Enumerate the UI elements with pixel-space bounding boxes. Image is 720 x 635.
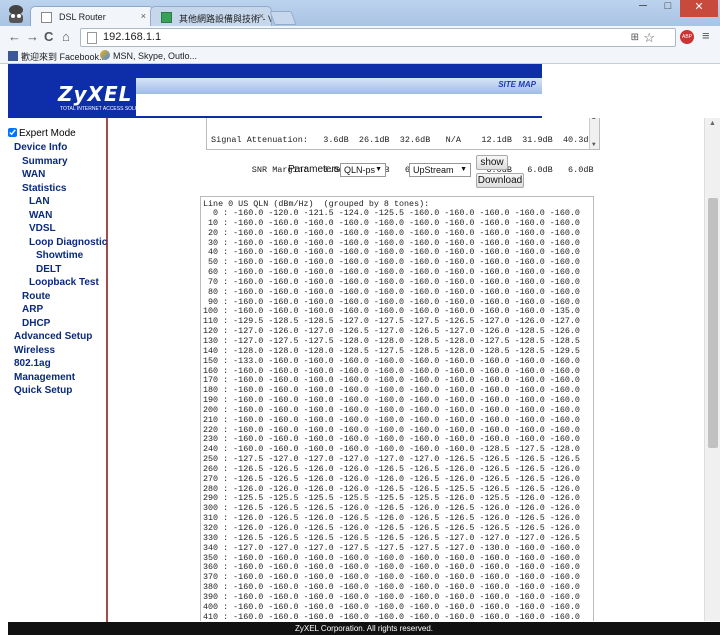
menu-icon[interactable]: ≡ (702, 28, 710, 43)
tab-bar: DSL Router × 其他網路設備與技術 - VD × ─ □ ✕ (0, 0, 720, 28)
tab-close-icon[interactable]: × (259, 11, 264, 21)
sidebar-item-advanced-setup[interactable]: Advanced Setup (14, 331, 92, 342)
qln-rows: 0 : -160.0 -120.0 -121.5 -124.0 -125.5 -… (203, 208, 580, 621)
scroll-up-icon[interactable]: ▲ (592, 118, 596, 121)
site-map-link[interactable]: SITE MAP (498, 80, 536, 89)
sidebar-item-statistics[interactable]: Statistics (22, 183, 66, 194)
scrollbar-thumb[interactable] (708, 198, 718, 448)
sidebar-item-lan[interactable]: LAN (29, 196, 50, 207)
page-favicon-icon (41, 12, 52, 23)
address-bar[interactable]: 192.168.1.1 ⊞ ☆ (80, 28, 676, 47)
home-icon[interactable]: ⌂ (62, 29, 70, 44)
facebook-icon (8, 51, 18, 61)
qln-output-textarea[interactable]: Line 0 US QLN (dBm/Hz) (grouped by 8 ton… (200, 196, 594, 621)
main-content: Signal Attenuation: 3.6dB 26.1dB 32.6dB … (108, 118, 704, 621)
translate-icon[interactable]: ⊞ (631, 32, 639, 43)
bookmark-facebook[interactable]: 歡迎來到 Facebook... (8, 50, 107, 63)
sidebar-item-arp[interactable]: ARP (22, 304, 43, 315)
back-icon[interactable]: ← (8, 29, 21, 44)
expert-mode-label: Expert Mode (19, 128, 76, 139)
page-icon (87, 32, 97, 44)
bookmarks-bar: 歡迎來到 Facebook... MSN, Skype, Outlo... (0, 48, 720, 64)
minimize-button[interactable]: ─ (630, 0, 656, 17)
bookmark-label: 歡迎來到 Facebook... (21, 52, 107, 62)
parameters-label: Parameters: (288, 164, 343, 175)
bookmark-msn[interactable]: MSN, Skype, Outlo... (100, 50, 197, 61)
qln-row: 410 : -160.0 -160.0 -160.0 -160.0 -160.0… (203, 611, 580, 621)
textarea-scrollbar[interactable]: ▲ ▼ (589, 118, 599, 149)
reload-icon[interactable]: C (44, 29, 53, 44)
forward-icon[interactable]: → (26, 29, 39, 44)
tab-vdsl-forum[interactable]: 其他網路設備與技術 - VD × (150, 6, 272, 28)
bookmark-star-icon[interactable]: ☆ (643, 30, 655, 46)
sidebar-item-wireless[interactable]: Wireless (14, 345, 55, 356)
chevron-down-icon: ▼ (375, 166, 382, 173)
sidebar-item-management[interactable]: Management (14, 372, 75, 383)
url-text: 192.168.1.1 (103, 31, 162, 43)
attenuation-textarea[interactable]: Signal Attenuation: 3.6dB 26.1dB 32.6dB … (206, 118, 600, 175)
sidebar-item-loopback-test[interactable]: Loopback Test (29, 277, 99, 288)
sidebar-item-device-info[interactable]: Device Info (14, 142, 67, 153)
browser-chrome: DSL Router × 其他網路設備與技術 - VD × ─ □ ✕ ← → … (0, 0, 720, 64)
sidebar-item-showtime[interactable]: Showtime (36, 250, 83, 261)
window-close-button[interactable]: ✕ (680, 0, 718, 17)
sidebar-item-dhcp[interactable]: DHCP (22, 318, 50, 329)
forum-favicon-icon (161, 12, 172, 23)
tab-label: DSL Router (59, 12, 106, 22)
sidebar-item-wan[interactable]: WAN (22, 169, 45, 180)
new-tab-button[interactable] (269, 11, 297, 25)
parameter-select[interactable]: QLN-ps ▼ (340, 163, 386, 177)
snr-line: SNR Margin: 6.0dB 6.0dB 6.0dB N/A 6.0dB … (211, 165, 594, 175)
tab-close-icon[interactable]: × (141, 11, 146, 21)
sidebar-item-quick-setup[interactable]: Quick Setup (14, 385, 72, 396)
show-button[interactable]: show (476, 155, 508, 170)
parameter-select-value: QLN-ps (344, 165, 376, 175)
chevron-down-icon: ▼ (460, 166, 467, 173)
adblock-icon[interactable]: ABP (680, 30, 694, 44)
direction-select-value: UpStream (413, 165, 454, 175)
sidebar-item-vdsl[interactable]: VDSL (29, 223, 56, 234)
expert-mode-toggle[interactable]: Expert Mode (8, 128, 76, 139)
sidebar-item-stats-wan[interactable]: WAN (29, 210, 52, 221)
download-button[interactable]: Download (476, 173, 524, 188)
brand-tagline: TOTAL INTERNET ACCESS SOLUTION (60, 106, 151, 112)
sidebar-item-8021ag[interactable]: 802.1ag (14, 358, 51, 369)
brand-name: ZyXEL (58, 82, 133, 106)
page-scrollbar[interactable]: ▲ (704, 118, 720, 621)
attenuation-line: Signal Attenuation: 3.6dB 26.1dB 32.6dB … (211, 135, 594, 145)
scroll-up-icon[interactable]: ▲ (709, 120, 716, 127)
scroll-down-icon[interactable]: ▼ (592, 141, 596, 148)
zyxel-logo: ZyXEL TOTAL INTERNET ACCESS SOLUTION (8, 78, 150, 118)
bookmark-label: MSN, Skype, Outlo... (113, 51, 198, 61)
msn-icon (100, 50, 110, 60)
sidebar-item-route[interactable]: Route (22, 291, 50, 302)
tab-dsl-router[interactable]: DSL Router × (30, 6, 154, 28)
router-web-ui: SITE MAP ZyXEL TOTAL INTERNET ACCESS SOL… (0, 64, 720, 635)
header-banner: SITE MAP ZyXEL TOTAL INTERNET ACCESS SOL… (8, 64, 542, 118)
sidebar-item-loop-diagnostic[interactable]: Loop Diagnostic (29, 237, 107, 248)
direction-select[interactable]: UpStream ▼ (409, 163, 471, 177)
incognito-avatar-icon (9, 5, 23, 23)
expert-mode-checkbox[interactable] (8, 128, 17, 137)
sidebar-item-summary[interactable]: Summary (22, 156, 68, 167)
footer: ZyXEL Corporation. All rights reserved. (8, 622, 720, 635)
maximize-button[interactable]: □ (656, 0, 680, 17)
sidebar-item-delt[interactable]: DELT (36, 264, 61, 275)
browser-toolbar: ← → C ⌂ 192.168.1.1 ⊞ ☆ ABP ≡ (0, 26, 720, 48)
